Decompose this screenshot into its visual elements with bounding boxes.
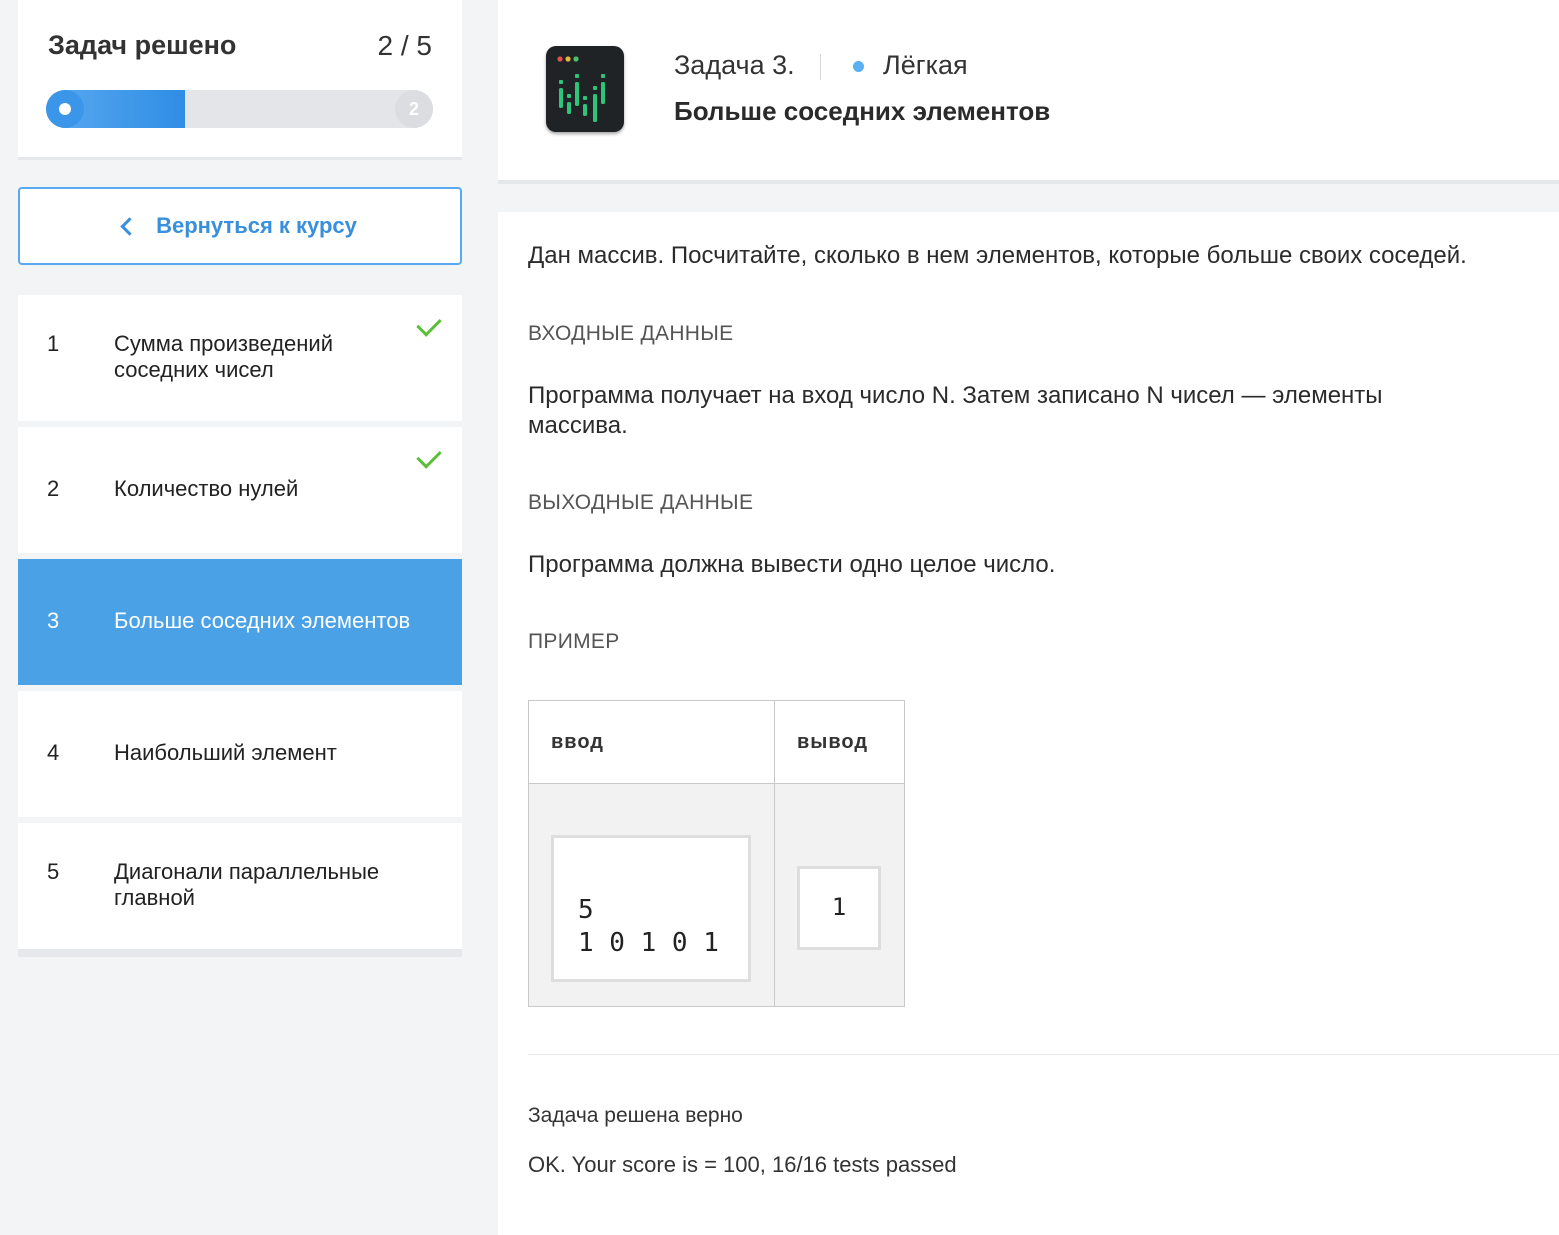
equalizer-icon <box>557 56 605 122</box>
back-to-course-label: Вернуться к курсу <box>156 213 357 238</box>
example-cell-input: 5 1 0 1 0 1 <box>529 783 774 1006</box>
example-table: ввод вывод 5 1 0 1 0 1 1 <box>528 700 905 1007</box>
progress-card: Задач решено 2 / 5 2 <box>18 0 462 160</box>
progress-count: 2 / 5 <box>377 30 432 61</box>
input-section-label: ВХОДНЫЕ ДАННЫЕ <box>528 322 734 345</box>
sidebar: Задач решено 2 / 5 2 Вернуться к курсу 1… <box>0 0 498 1235</box>
task-item-1[interactable]: 1 Сумма произведений соседних чисел <box>18 295 462 421</box>
checkmark-icon <box>416 443 442 469</box>
example-header-input: ввод <box>529 701 774 783</box>
task-app-icon <box>546 46 624 132</box>
task-number: 4 <box>47 740 60 765</box>
task-item-4[interactable]: 4 Наибольший элемент <box>18 691 462 817</box>
task-number: 2 <box>47 476 60 501</box>
example-output-value: 1 <box>797 866 881 950</box>
difficulty-dot-icon <box>853 61 864 72</box>
back-to-course-button[interactable]: Вернуться к курсу <box>18 187 462 265</box>
example-section-label: ПРИМЕР <box>528 630 620 653</box>
section-separator <box>528 1054 1559 1055</box>
task-number: 1 <box>47 331 60 356</box>
input-section-text: Программа получает на вход число N. Зате… <box>528 382 1383 439</box>
example-header-output: вывод <box>775 701 904 783</box>
task-label: Больше соседних элементов <box>114 608 411 633</box>
task-header: Задача 3. Лёгкая Больше соседних элемент… <box>498 0 1559 184</box>
table-divider <box>774 701 775 1006</box>
task-statement: Дан массив. Посчитайте, сколько в нем эл… <box>498 212 1559 1235</box>
task-label: Наибольший элемент <box>114 740 337 765</box>
checkmark-icon <box>416 311 442 337</box>
table-divider <box>529 783 904 784</box>
progress-end-marker: 2 <box>395 90 433 128</box>
result-status: Задача решена верно <box>528 1104 743 1127</box>
task-label: Количество нулей <box>114 476 299 501</box>
task-label: Сумма произведений соседних чисел <box>114 331 333 382</box>
result-score: OK. Your score is = 100, 16/16 tests pas… <box>528 1152 957 1177</box>
task-number: 5 <box>47 859 60 884</box>
header-divider <box>820 54 821 80</box>
progress-bar <box>46 90 433 128</box>
task-label: Диагонали параллельные главной <box>114 859 380 910</box>
task-description: Дан массив. Посчитайте, сколько в нем эл… <box>528 242 1467 269</box>
output-section-label: ВЫХОДНЫЕ ДАННЫЕ <box>528 491 754 514</box>
example-input-value: 5 1 0 1 0 1 <box>551 835 751 982</box>
output-section-text: Программа должна вывести одно целое числ… <box>528 551 1056 578</box>
task-title: Больше соседних элементов <box>674 96 1051 126</box>
task-item-5[interactable]: 5 Диагонали параллельные главной <box>18 823 462 949</box>
task-item-2[interactable]: 2 Количество нулей <box>18 427 462 553</box>
task-list-footer <box>18 949 462 957</box>
difficulty-label: Лёгкая <box>883 50 968 80</box>
chevron-left-icon <box>120 216 139 236</box>
progress-start-marker <box>46 90 84 128</box>
task-number: 3 <box>47 608 60 633</box>
progress-title: Задач решено <box>48 30 237 60</box>
task-number-label: Задача 3. <box>674 50 795 80</box>
example-cell-output: 1 <box>775 783 904 1006</box>
task-item-3[interactable]: 3 Больше соседних элементов <box>18 559 462 685</box>
